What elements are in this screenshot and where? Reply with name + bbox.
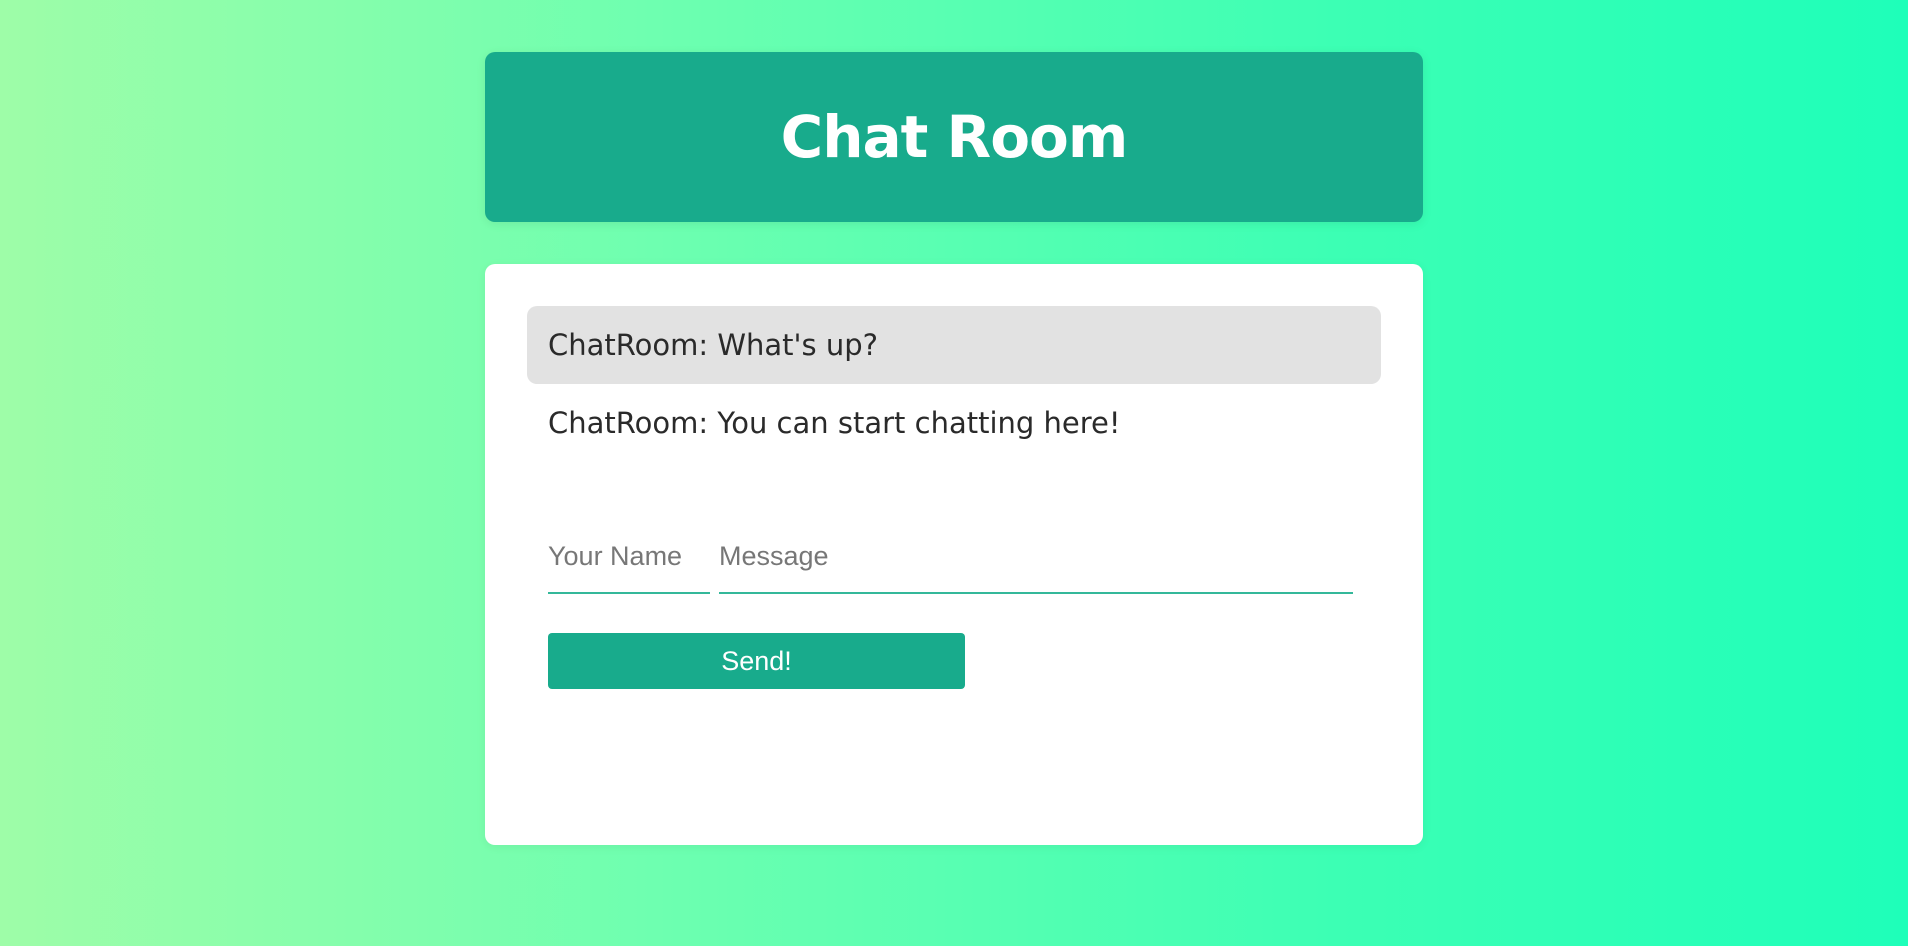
message-item: ChatRoom: What's up? — [527, 306, 1381, 384]
chat-panel: ChatRoom: What's up? ChatRoom: You can s… — [485, 264, 1423, 845]
name-input[interactable] — [548, 534, 710, 594]
message-list: ChatRoom: What's up? ChatRoom: You can s… — [527, 306, 1381, 462]
message-item: ChatRoom: You can start chatting here! — [548, 406, 1121, 440]
chat-header: Chat Room — [485, 52, 1423, 222]
message-form — [548, 534, 1353, 594]
send-button[interactable]: Send! — [548, 633, 965, 689]
message-input[interactable] — [719, 534, 1353, 594]
page-title: Chat Room — [780, 103, 1129, 171]
